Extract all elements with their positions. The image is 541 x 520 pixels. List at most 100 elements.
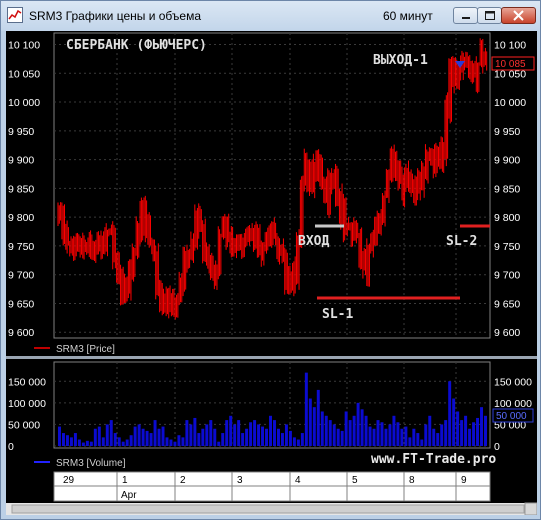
volume-bar [101,437,105,446]
price-tick-label-right: 9 850 [494,183,520,195]
volume-bar [165,437,169,446]
volume-bar [476,417,480,446]
volume-bar [440,424,444,446]
volume-bar [320,411,324,446]
volume-bar [336,428,340,446]
volume-tick-label-right: 100 000 [494,398,532,410]
price-legend: SRM3 [Price] [34,344,115,355]
day-label: 5 [352,475,358,486]
volume-bar [380,422,384,446]
volume-bar [265,428,269,446]
price-tick-label-left: 10 050 [8,68,40,80]
volume-bar [241,433,245,446]
volume-bar [149,433,153,446]
price-tick-label-left: 9 800 [8,212,34,224]
volume-bar [61,433,65,446]
price-panel[interactable]: 10 100 10 10010 050 10 05010 000 10 0009 95… [8,32,535,339]
volume-bar [233,424,237,446]
sl1-label: SL-1 [322,307,353,322]
volume-bar [209,420,213,446]
price-tick-label-right: 9 800 [494,212,520,224]
volume-bar [344,411,348,446]
volume-panel[interactable]: 150 000 150 000100 000 100 00050 000 50 000… [8,361,534,453]
day-label: 29 [63,475,75,486]
minimize-icon [462,17,470,19]
volume-bar [432,428,436,446]
volume-bar [348,420,352,446]
volume-bar [169,439,173,446]
chart-window: SRM3 Графики цены и объема 60 минут 10 1… [0,0,541,520]
price-tick-label-right: 9 700 [494,270,520,282]
volume-bar [193,417,197,446]
price-tick-label-left: 9 950 [8,126,34,138]
volume-bar [376,420,380,446]
price-tick-label-right: 10 000 [494,97,526,109]
chart-svg: 10 100 10 10010 050 10 05010 000 10 0009 95… [6,32,537,515]
volume-bar [324,415,328,446]
scroll-right-button[interactable] [524,502,537,515]
volume-bar [408,437,412,446]
volume-bar [312,407,316,446]
volume-bar [245,428,249,446]
volume-bar [292,437,296,446]
minimize-button[interactable] [453,7,478,24]
volume-bar [109,420,113,446]
price-tick-label-left: 10 100 [8,40,40,52]
volume-bar [400,428,404,446]
day-label: 3 [237,475,243,486]
price-tick-label-left: 9 850 [8,183,34,195]
volume-bar [189,424,193,446]
volume-bar [229,415,233,446]
volume-bar [221,433,225,446]
close-button[interactable] [501,7,536,24]
volume-legend-label: SRM3 [Volume] [56,458,126,469]
volume-bar [316,389,320,446]
price-tick-label-right: 9 900 [494,155,520,167]
volume-bar [364,415,368,446]
volume-bar [340,430,344,446]
volume-bar [412,428,416,446]
entry-label: ВХОД [298,234,329,249]
volume-bar [460,420,464,446]
volume-bar [249,422,253,446]
price-legend-label: SRM3 [Price] [56,344,115,355]
volume-bar [360,409,364,446]
volume-bar [217,441,221,446]
close-icon [513,10,524,21]
volume-bar [304,372,308,446]
day-label: 8 [409,475,415,486]
horizontal-scrollbar[interactable] [6,502,537,515]
volume-bar [420,439,424,446]
chart-title: СБЕРБАНК (ФЬЮЧЕРС) [66,38,207,53]
volume-bar [284,424,288,446]
volume-bar [177,435,181,446]
maximize-button[interactable] [477,7,502,24]
volume-bar [173,441,177,446]
volume-bar [125,439,129,446]
time-axis[interactable]: 29 1 2 3 4 5 8 9 Apr [53,471,491,502]
window-title: SRM3 Графики цены и объема [29,9,201,23]
volume-bar [424,424,428,446]
title-bar[interactable]: SRM3 Графики цены и объема 60 минут [1,1,540,31]
volume-bar [77,439,81,446]
volume-bar [404,426,408,446]
volume-bar [276,428,280,446]
volume-bar [280,433,284,446]
day-label: 9 [461,475,467,486]
volume-bar [157,428,161,446]
volume-bar [93,428,97,446]
volume-bar [352,415,356,446]
volume-tick-label-left: 0 [8,441,14,453]
volume-legend: SRM3 [Volume] [34,458,126,469]
day-label: 1 [122,475,128,486]
panel-divider[interactable] [6,356,537,359]
price-tick-label-left: 9 650 [8,298,34,310]
volume-bar [332,424,336,446]
volume-bar [356,402,360,446]
volume-bar [436,433,440,446]
volume-bar [328,420,332,446]
price-tick-label-right: 9 950 [494,126,520,138]
scrollbar-thumb[interactable] [11,504,525,514]
volume-bar [444,420,448,446]
volume-bar [161,426,165,446]
